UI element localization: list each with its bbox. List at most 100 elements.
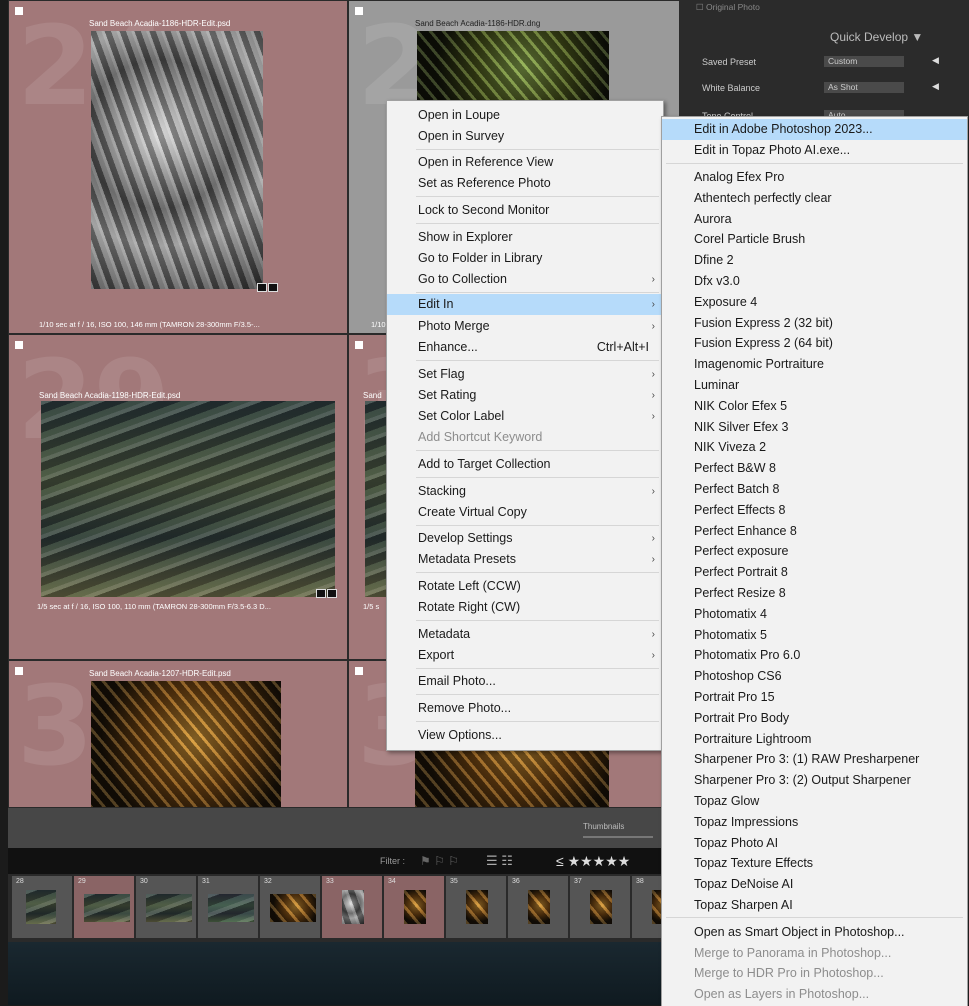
menu-item-set-rating[interactable]: Set Rating › bbox=[387, 385, 663, 406]
menu-item-photo-merge[interactable]: Photo Merge › bbox=[387, 316, 663, 337]
submenu-item-perfect-b-w-8[interactable]: Perfect B&W 8 bbox=[662, 458, 967, 479]
menu-item-develop-settings[interactable]: Develop Settings › bbox=[387, 528, 663, 549]
submenu-item-topaz-sharpen-ai[interactable]: Topaz Sharpen AI bbox=[662, 895, 967, 916]
filmstrip-item[interactable]: 30 bbox=[136, 876, 196, 938]
grid-cell[interactable]: 29 Sand Beach Acadia-1198-HDR-Edit.psd 1… bbox=[8, 334, 348, 660]
rating-filter[interactable]: ≤ ★★★★★ bbox=[556, 853, 630, 870]
menu-item-open-in-reference-view[interactable]: Open in Reference View bbox=[387, 152, 663, 173]
expand-arrow-icon[interactable]: ◀ bbox=[932, 81, 939, 92]
submenu-item-label: Edit in Adobe Photoshop 2023... bbox=[694, 122, 873, 136]
submenu-item-topaz-denoise-ai[interactable]: Topaz DeNoise AI bbox=[662, 874, 967, 895]
menu-item-metadata-presets[interactable]: Metadata Presets › bbox=[387, 549, 663, 570]
menu-item-set-as-reference-photo[interactable]: Set as Reference Photo bbox=[387, 173, 663, 194]
filmstrip-item[interactable]: 31 bbox=[198, 876, 258, 938]
menu-item-set-flag[interactable]: Set Flag › bbox=[387, 364, 663, 385]
filmstrip-item[interactable]: 34 bbox=[384, 876, 444, 938]
submenu-item-dfine-2[interactable]: Dfine 2 bbox=[662, 250, 967, 271]
grid-cell[interactable]: 24 Sand Beach Acadia-1186-HDR-Edit.psd 1… bbox=[8, 0, 348, 334]
filmstrip-item[interactable]: 35 bbox=[446, 876, 506, 938]
submenu-item-portrait-pro-body[interactable]: Portrait Pro Body bbox=[662, 708, 967, 729]
grid-cell[interactable]: 34 Sand Beach Acadia-1207-HDR-Edit.psd bbox=[8, 660, 348, 808]
flag-icon[interactable] bbox=[15, 7, 23, 15]
submenu-item-sharpener-pro-3-1-raw-presharpener[interactable]: Sharpener Pro 3: (1) RAW Presharpener bbox=[662, 749, 967, 770]
submenu-item-edit-in-adobe-photoshop-2023[interactable]: Edit in Adobe Photoshop 2023... bbox=[662, 119, 967, 140]
white-balance-dropdown[interactable]: As Shot bbox=[824, 82, 904, 93]
thumbnail-image[interactable] bbox=[91, 31, 263, 289]
submenu-item-topaz-impressions[interactable]: Topaz Impressions bbox=[662, 812, 967, 833]
submenu-item-edit-in-topaz-photo-ai-exe[interactable]: Edit in Topaz Photo AI.exe... bbox=[662, 140, 967, 161]
submenu-item-portraiture-lightroom[interactable]: Portraiture Lightroom bbox=[662, 729, 967, 750]
submenu-item-photoshop-cs6[interactable]: Photoshop CS6 bbox=[662, 666, 967, 687]
submenu-item-corel-particle-brush[interactable]: Corel Particle Brush bbox=[662, 229, 967, 250]
filmstrip-item[interactable]: 29 bbox=[74, 876, 134, 938]
expand-arrow-icon[interactable]: ◀ bbox=[932, 55, 939, 66]
menu-item-enhance[interactable]: Enhance... Ctrl+Alt+I bbox=[387, 337, 663, 358]
menu-item-export[interactable]: Export › bbox=[387, 645, 663, 666]
menu-item-go-to-collection[interactable]: Go to Collection › bbox=[387, 269, 663, 290]
flag-icon[interactable] bbox=[355, 7, 363, 15]
saved-preset-dropdown[interactable]: Custom bbox=[824, 56, 904, 67]
submenu-item-photomatix-5[interactable]: Photomatix 5 bbox=[662, 625, 967, 646]
menu-item-set-color-label[interactable]: Set Color Label › bbox=[387, 406, 663, 427]
submenu-item-luminar[interactable]: Luminar bbox=[662, 375, 967, 396]
menu-item-lock-to-second-monitor[interactable]: Lock to Second Monitor bbox=[387, 200, 663, 221]
submenu-item-fusion-express-2-32-bit[interactable]: Fusion Express 2 (32 bit) bbox=[662, 313, 967, 334]
submenu-arrow-icon: › bbox=[651, 369, 655, 380]
menu-item-go-to-folder[interactable]: Go to Folder in Library bbox=[387, 248, 663, 269]
menu-item-email-photo[interactable]: Email Photo... bbox=[387, 671, 663, 692]
menu-item-edit-in[interactable]: Edit In › bbox=[387, 294, 663, 315]
menu-item-create-virtual-copy[interactable]: Create Virtual Copy bbox=[387, 502, 663, 523]
filmstrip-item[interactable]: 33 bbox=[322, 876, 382, 938]
flag-icon[interactable] bbox=[355, 667, 363, 675]
thumbnail-image[interactable] bbox=[417, 31, 609, 111]
quick-develop-header[interactable]: Quick Develop ▼ bbox=[830, 30, 923, 44]
submenu-item-nik-color-efex-5[interactable]: NIK Color Efex 5 bbox=[662, 396, 967, 417]
submenu-item-perfect-enhance-8[interactable]: Perfect Enhance 8 bbox=[662, 521, 967, 542]
menu-item-show-in-explorer[interactable]: Show in Explorer bbox=[387, 227, 663, 248]
submenu-item-topaz-texture-effects[interactable]: Topaz Texture Effects bbox=[662, 853, 967, 874]
original-photo-checkbox[interactable]: ☐ Original Photo bbox=[696, 2, 760, 13]
submenu-item-portrait-pro-15[interactable]: Portrait Pro 15 bbox=[662, 687, 967, 708]
submenu-item-analog-efex-pro[interactable]: Analog Efex Pro bbox=[662, 167, 967, 188]
menu-item-stacking[interactable]: Stacking › bbox=[387, 481, 663, 502]
submenu-item-dfx-v3-0[interactable]: Dfx v3.0 bbox=[662, 271, 967, 292]
submenu-item-topaz-glow[interactable]: Topaz Glow bbox=[662, 791, 967, 812]
menu-item-open-in-loupe[interactable]: Open in Loupe bbox=[387, 105, 663, 126]
menu-item-rotate-right[interactable]: Rotate Right (CW) bbox=[387, 597, 663, 618]
submenu-item-perfect-effects-8[interactable]: Perfect Effects 8 bbox=[662, 500, 967, 521]
submenu-item-sharpener-pro-3-2-output-sharpener[interactable]: Sharpener Pro 3: (2) Output Sharpener bbox=[662, 770, 967, 791]
flag-icon[interactable] bbox=[355, 341, 363, 349]
filter-options-icon[interactable]: ☰ ☷ bbox=[486, 853, 513, 869]
menu-item-add-to-target-collection[interactable]: Add to Target Collection bbox=[387, 454, 663, 475]
submenu-item-open-as-smart-object-in-photoshop[interactable]: Open as Smart Object in Photoshop... bbox=[662, 922, 967, 943]
thumbnail-image[interactable] bbox=[41, 401, 335, 597]
flag-filter-icon[interactable]: ⚑ ⚐ ⚐ bbox=[420, 854, 459, 868]
submenu-item-perfect-resize-8[interactable]: Perfect Resize 8 bbox=[662, 583, 967, 604]
submenu-item-imagenomic-portraiture[interactable]: Imagenomic Portraiture bbox=[662, 354, 967, 375]
filmstrip-item[interactable]: 32 bbox=[260, 876, 320, 938]
submenu-item-perfect-portrait-8[interactable]: Perfect Portrait 8 bbox=[662, 562, 967, 583]
submenu-item-perfect-batch-8[interactable]: Perfect Batch 8 bbox=[662, 479, 967, 500]
flag-icon[interactable] bbox=[15, 341, 23, 349]
submenu-item-exposure-4[interactable]: Exposure 4 bbox=[662, 292, 967, 313]
submenu-item-photomatix-4[interactable]: Photomatix 4 bbox=[662, 604, 967, 625]
menu-item-metadata[interactable]: Metadata › bbox=[387, 624, 663, 645]
menu-item-remove-photo[interactable]: Remove Photo... bbox=[387, 698, 663, 719]
menu-item-open-in-survey[interactable]: Open in Survey bbox=[387, 126, 663, 147]
submenu-item-aurora[interactable]: Aurora bbox=[662, 209, 967, 230]
thumbnail-image[interactable] bbox=[91, 681, 281, 807]
submenu-item-fusion-express-2-64-bit[interactable]: Fusion Express 2 (64 bit) bbox=[662, 333, 967, 354]
submenu-item-nik-viveza-2[interactable]: NIK Viveza 2 bbox=[662, 437, 967, 458]
thumbnails-slider[interactable] bbox=[583, 836, 653, 838]
filmstrip-item[interactable]: 36 bbox=[508, 876, 568, 938]
filmstrip-item[interactable]: 28 bbox=[12, 876, 72, 938]
menu-item-rotate-left[interactable]: Rotate Left (CCW) bbox=[387, 576, 663, 597]
submenu-item-athentech-perfectly-clear[interactable]: Athentech perfectly clear bbox=[662, 188, 967, 209]
submenu-item-nik-silver-efex-3[interactable]: NIK Silver Efex 3 bbox=[662, 417, 967, 438]
menu-item-view-options[interactable]: View Options... bbox=[387, 725, 663, 746]
submenu-item-photomatix-pro-6-0[interactable]: Photomatix Pro 6.0 bbox=[662, 645, 967, 666]
submenu-item-topaz-photo-ai[interactable]: Topaz Photo AI bbox=[662, 833, 967, 854]
filmstrip-item[interactable]: 37 bbox=[570, 876, 630, 938]
flag-icon[interactable] bbox=[15, 667, 23, 675]
submenu-item-perfect-exposure[interactable]: Perfect exposure bbox=[662, 541, 967, 562]
